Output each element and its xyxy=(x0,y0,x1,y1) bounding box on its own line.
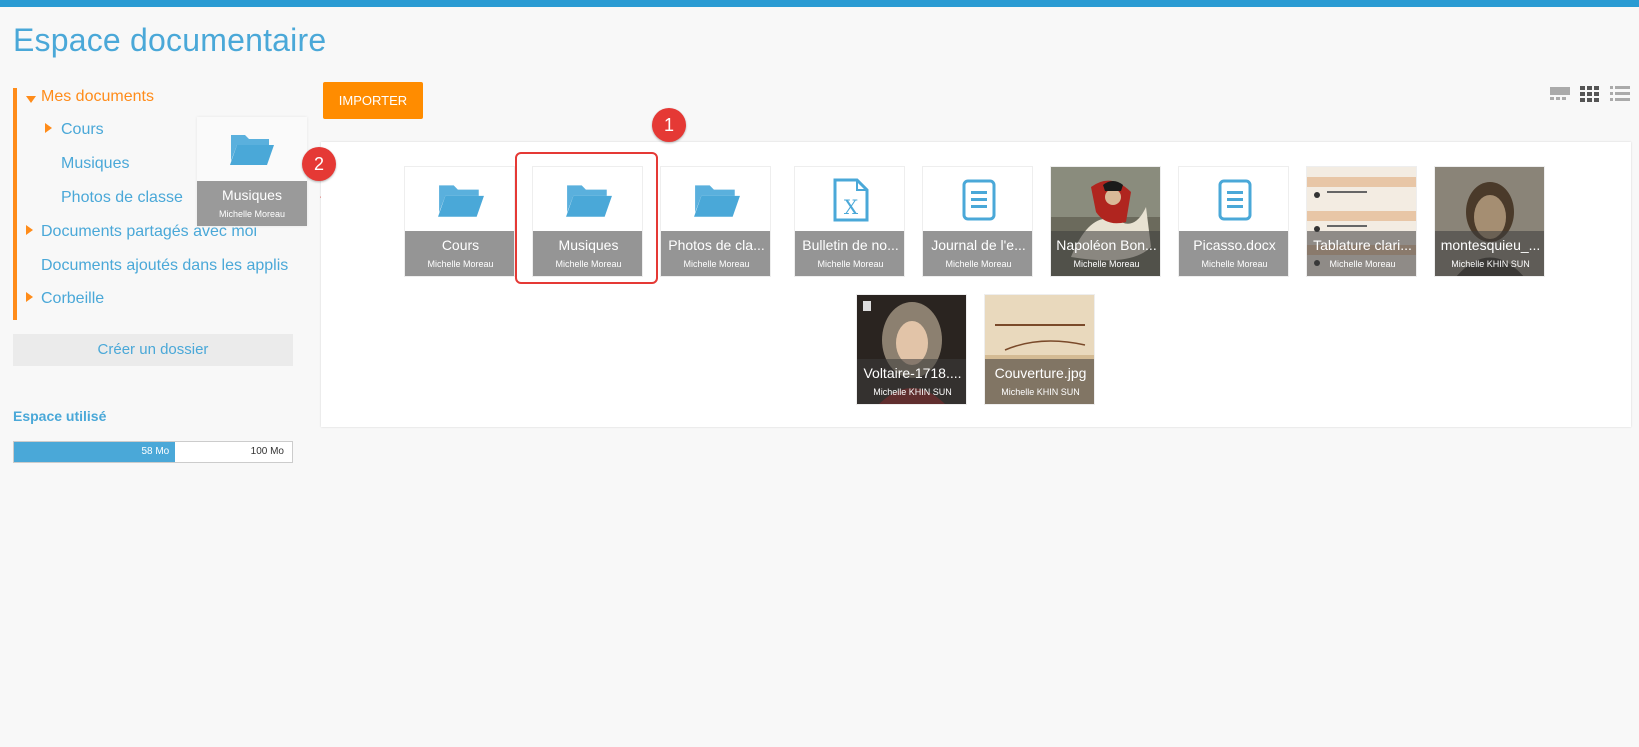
caret-down-icon[interactable] xyxy=(26,96,36,103)
folder-icon xyxy=(437,185,484,217)
spreadsheet-icon: X xyxy=(833,178,868,222)
caret-right-icon[interactable] xyxy=(26,225,33,235)
file-tile-voltaire[interactable]: Voltaire-1718.... Michelle KHIN SUN xyxy=(856,294,967,405)
file-name: Journal de l'e... xyxy=(931,237,1026,253)
file-owner: Michelle Moreau xyxy=(817,259,884,269)
tile-caption: Couverture.jpg Michelle KHIN SUN xyxy=(985,359,1094,404)
tile-caption: Tablature clari... Michelle Moreau xyxy=(1307,231,1416,276)
caret-right-icon[interactable] xyxy=(26,292,33,302)
document-icon xyxy=(962,179,995,221)
annotation-marker-2: 2 xyxy=(302,147,336,181)
file-name: Tablature clari... xyxy=(1313,237,1412,253)
file-tile-cours[interactable]: Cours Michelle Moreau xyxy=(404,166,515,277)
storage-bar: 58 Mo 100 Mo xyxy=(13,441,293,463)
file-name: Couverture.jpg xyxy=(994,365,1087,381)
file-owner: Michelle Moreau xyxy=(1201,259,1268,269)
document-icon xyxy=(1218,179,1251,221)
import-button[interactable]: IMPORTER xyxy=(323,82,423,119)
view-large-icon[interactable] xyxy=(1549,84,1571,102)
file-tile-couverture[interactable]: Couverture.jpg Michelle KHIN SUN xyxy=(984,294,1095,405)
storage-bar-fill: 58 Mo xyxy=(14,442,176,462)
file-tile-journal[interactable]: Journal de l'e... Michelle Moreau xyxy=(922,166,1033,277)
file-name: montesquieu_... xyxy=(1440,237,1541,253)
tile-caption: Picasso.docx Michelle Moreau xyxy=(1179,231,1288,276)
file-tile-bulletin[interactable]: X Bulletin de no... Michelle Moreau xyxy=(794,166,905,277)
file-name: Voltaire-1718.... xyxy=(863,365,962,381)
view-list-icon[interactable] xyxy=(1609,84,1631,102)
tile-caption: montesquieu_... Michelle KHIN SUN xyxy=(1435,231,1544,276)
file-tile-napoleon[interactable]: Napoléon Bon... Michelle Moreau xyxy=(1050,166,1161,277)
file-owner: Michelle Moreau xyxy=(1329,259,1396,269)
tile-caption: Journal de l'e... Michelle Moreau xyxy=(923,231,1032,276)
file-name: Cours xyxy=(441,237,480,253)
tile-caption: Photos de cla... Michelle Moreau xyxy=(661,231,770,276)
file-owner: Michelle Moreau xyxy=(1073,259,1140,269)
drag-ghost-caption: Musiques Michelle Moreau xyxy=(197,181,307,226)
svg-text:X: X xyxy=(843,195,858,219)
page-title: Espace documentaire xyxy=(13,22,327,58)
top-bar xyxy=(0,0,1639,7)
tile-caption: Voltaire-1718.... Michelle KHIN SUN xyxy=(857,359,966,404)
folder-icon xyxy=(693,185,740,217)
file-tile-photos-de-classe[interactable]: Photos de cla... Michelle Moreau xyxy=(660,166,771,277)
tile-caption: Bulletin de no... Michelle Moreau xyxy=(795,231,904,276)
tile-caption: Napoléon Bon... Michelle Moreau xyxy=(1051,231,1160,276)
file-name: Musiques xyxy=(558,237,619,253)
drag-ghost-name: Musiques xyxy=(222,187,282,203)
drag-ghost-owner: Michelle Moreau xyxy=(218,209,286,219)
view-grid-icon[interactable] xyxy=(1579,84,1601,102)
file-name: Bulletin de no... xyxy=(802,237,899,253)
file-tile-tablature[interactable]: Tablature clari... Michelle Moreau xyxy=(1306,166,1417,277)
file-tile-picasso[interactable]: Picasso.docx Michelle Moreau xyxy=(1178,166,1289,277)
storage-label: Espace utilisé xyxy=(13,408,107,424)
folder-icon xyxy=(230,135,274,165)
file-owner: Michelle Moreau xyxy=(683,259,750,269)
tree-item-corbeille[interactable]: Corbeille xyxy=(41,290,104,308)
file-owner: Michelle Moreau xyxy=(945,259,1012,269)
file-owner: Michelle Moreau xyxy=(555,259,622,269)
tile-caption: Cours Michelle Moreau xyxy=(405,231,514,276)
storage-used-value: 58 Mo xyxy=(141,446,170,457)
file-tile-musiques[interactable]: Musiques Michelle Moreau xyxy=(532,166,643,277)
drag-ghost-tile: Musiques Michelle Moreau xyxy=(197,117,307,226)
file-name: Napoléon Bon... xyxy=(1056,237,1157,253)
tree-item-cours[interactable]: Cours xyxy=(61,121,104,139)
create-folder-button[interactable]: Créer un dossier xyxy=(13,334,293,366)
file-owner: Michelle Moreau xyxy=(427,259,494,269)
file-name: Picasso.docx xyxy=(1193,237,1276,253)
annotation-marker-1: 1 xyxy=(652,108,686,142)
file-panel: Cours Michelle Moreau Musiques Michelle … xyxy=(321,142,1631,427)
tile-caption: Musiques Michelle Moreau xyxy=(533,231,642,276)
storage-total-value: 100 Mo xyxy=(250,446,284,457)
tree-indicator-bar xyxy=(13,88,17,320)
folder-icon xyxy=(565,185,612,217)
file-owner: Michelle KHIN SUN xyxy=(1451,259,1530,269)
view-switcher xyxy=(1549,84,1631,102)
file-name: Photos de cla... xyxy=(668,237,765,253)
file-tile-montesquieu[interactable]: montesquieu_... Michelle KHIN SUN xyxy=(1434,166,1545,277)
caret-right-icon[interactable] xyxy=(45,123,52,133)
tree-item-musiques[interactable]: Musiques xyxy=(61,155,129,173)
tree-item-mes-documents[interactable]: Mes documents xyxy=(41,88,154,106)
file-owner: Michelle KHIN SUN xyxy=(1001,387,1080,397)
tree-item-documents-applis[interactable]: Documents ajoutés dans les applis xyxy=(41,257,288,275)
file-owner: Michelle KHIN SUN xyxy=(873,387,952,397)
tree-item-photos-de-classe[interactable]: Photos de classe xyxy=(61,189,183,207)
